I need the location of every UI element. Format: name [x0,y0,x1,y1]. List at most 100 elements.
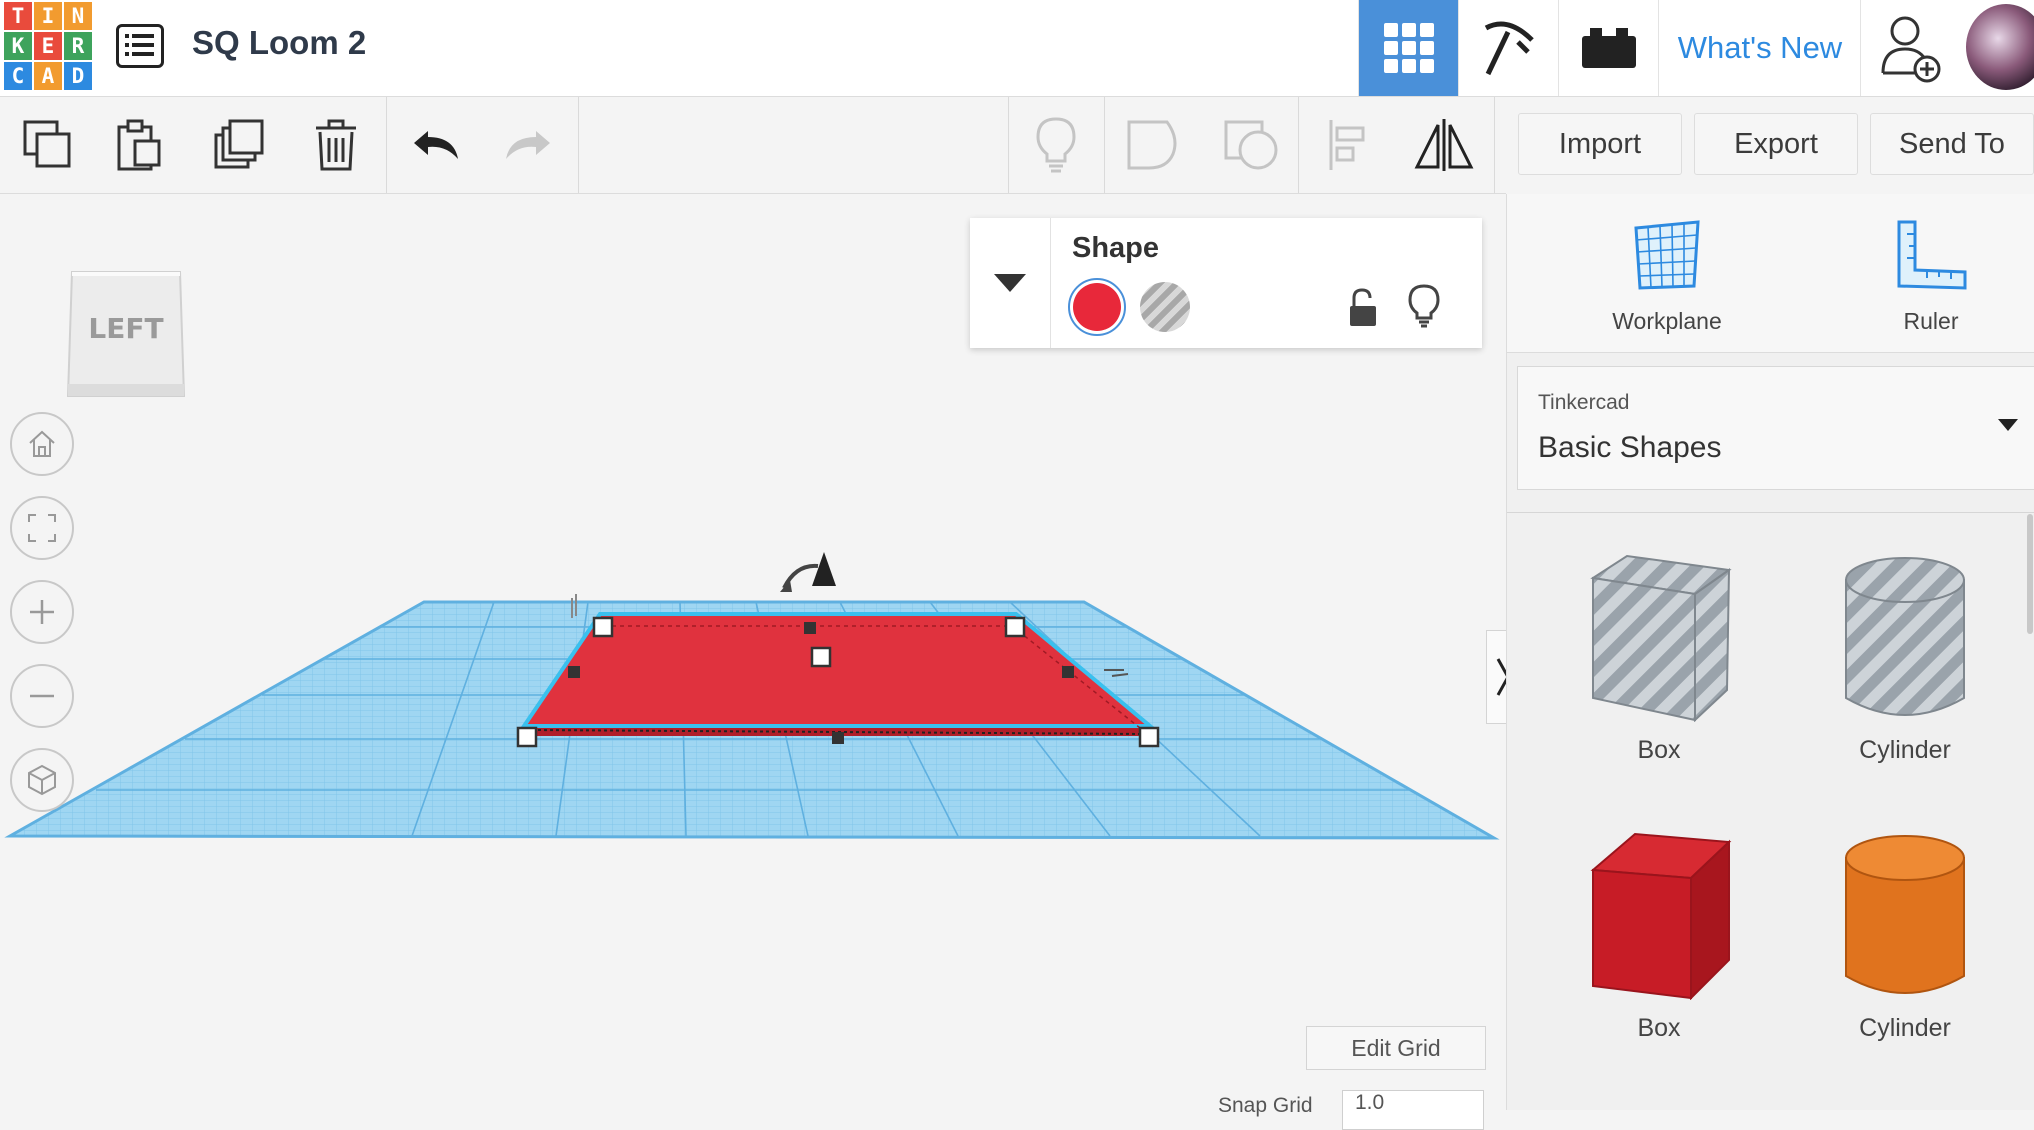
hide-shape-button[interactable] [1408,284,1440,332]
redo-icon [506,131,550,159]
top-bar: T I N K E R C A D SQ Loom 2 What's New [0,0,2034,97]
ruler-label: Ruler [1903,308,1959,334]
duplicate-icon [214,119,264,169]
cube-perspective-icon [28,764,56,796]
design-title[interactable]: SQ Loom 2 [192,24,366,62]
rotate-handle-icon[interactable] [780,552,836,592]
duplicate-button[interactable] [194,97,286,193]
zoom-out-button[interactable] [10,664,74,728]
paste-button[interactable] [94,97,186,193]
blocks-view-button[interactable] [1558,0,1659,96]
add-user-button[interactable] [1860,0,1961,96]
shape-item-label: Cylinder [1859,1014,1951,1042]
ruler-tool[interactable]: Ruler [1871,220,1991,340]
copy-button[interactable] [2,97,94,193]
lightbulb-icon [1036,117,1076,173]
solid-color-button[interactable] [1068,278,1126,336]
lightbulb-icon [1408,284,1440,328]
snap-grid-select[interactable]: 1.0 [1342,1090,1484,1130]
solid-color-swatch [1073,283,1121,331]
home-view-button[interactable] [10,412,74,476]
redo-button[interactable] [482,97,574,193]
home-icon [29,430,55,457]
ungroup-icon [1224,120,1278,170]
ruler-icon [1897,220,1967,290]
copy-icon [23,120,71,168]
logo-letter: K [4,32,32,60]
trash-icon [316,119,356,171]
send-to-button[interactable]: Send To [1870,113,2034,175]
hole-button[interactable] [1140,282,1190,332]
tinkercad-logo[interactable]: T I N K E R C A D [4,2,92,90]
paste-icon [117,119,161,171]
edit-toolbar [0,97,1506,194]
fit-view-icon [28,514,56,542]
edit-grid-button[interactable]: Edit Grid [1306,1026,1486,1070]
avatar[interactable] [1966,4,2034,90]
export-button[interactable]: Export [1694,113,1858,175]
logo-letter: D [64,62,92,90]
align-button[interactable] [1302,97,1394,193]
view-cube-face-label: LEFT [88,312,164,345]
fit-view-button[interactable] [10,496,74,560]
pickaxe-icon [1484,21,1534,76]
show-all-button[interactable] [1010,97,1102,193]
box-hole-icon [1590,554,1732,723]
logo-letter: E [34,32,62,60]
minus-icon [30,694,54,698]
3d-design-view-button[interactable] [1358,0,1459,96]
zoom-in-button[interactable] [10,580,74,644]
logo-letter: I [34,2,62,30]
grid-view-icon [1384,23,1434,73]
view-cube[interactable]: LEFT [62,264,190,397]
workplane-icon [1634,220,1700,290]
unlock-icon [1350,288,1376,326]
shape-item-box-solid[interactable]: Box [1579,830,1739,1042]
bricks-view-button[interactable] [1458,0,1559,96]
mirror-icon [1414,119,1474,171]
chevron-down-icon [1998,419,2018,431]
shape-item-label: Box [1637,1014,1681,1042]
logo-letter: R [64,32,92,60]
cylinder-solid-icon [1845,835,1965,994]
library-provider: Tinkercad [1538,391,1630,414]
shape-item-box-hole[interactable]: Box [1579,552,1739,764]
ungroup-button[interactable] [1206,97,1298,193]
shape-inspector-panel: Shape [970,218,1482,348]
whats-new-link[interactable]: What's New [1658,0,1861,96]
import-button[interactable]: Import [1518,113,1682,175]
logo-letter: C [4,62,32,90]
shape-library-dropdown[interactable]: Tinkercad Basic Shapes [1517,366,2034,490]
logo-letter: A [34,62,62,90]
group-icon [1127,120,1177,170]
add-user-icon [1881,16,1941,83]
shape-item-label: Cylinder [1859,736,1951,764]
group-button[interactable] [1108,97,1200,193]
design-list-icon[interactable] [116,24,164,68]
sidebar-scrollbar[interactable] [2027,514,2033,634]
shape-item-label: Box [1637,736,1681,764]
logo-letter: T [4,2,32,30]
delete-button[interactable] [290,97,382,193]
workplane-label: Workplane [1612,308,1722,334]
shape-item-cylinder-solid[interactable]: Cylinder [1825,830,1985,1042]
align-icon [1329,120,1365,170]
collapse-inspector-button[interactable] [970,218,1051,348]
lock-button[interactable] [1346,288,1378,332]
box-solid-icon [1590,832,1732,1001]
undo-icon [414,131,458,159]
chevron-down-icon [994,274,1026,292]
plus-icon [30,600,54,624]
shape-item-cylinder-hole[interactable]: Cylinder [1825,552,1985,764]
undo-button[interactable] [390,97,482,193]
logo-letter: N [64,2,92,30]
mirror-button[interactable] [1398,97,1490,193]
brick-icon [1582,28,1636,68]
inspector-title: Shape [1072,232,1160,264]
snap-grid-label: Snap Grid [1218,1094,1313,1117]
cylinder-hole-icon [1845,557,1965,716]
shapes-sidebar: Workplane Ruler Tinkercad Basic Shapes B… [1506,194,2034,1110]
perspective-toggle-button[interactable] [10,748,74,812]
workplane-tool[interactable]: Workplane [1607,220,1727,340]
library-name: Basic Shapes [1538,431,1722,464]
